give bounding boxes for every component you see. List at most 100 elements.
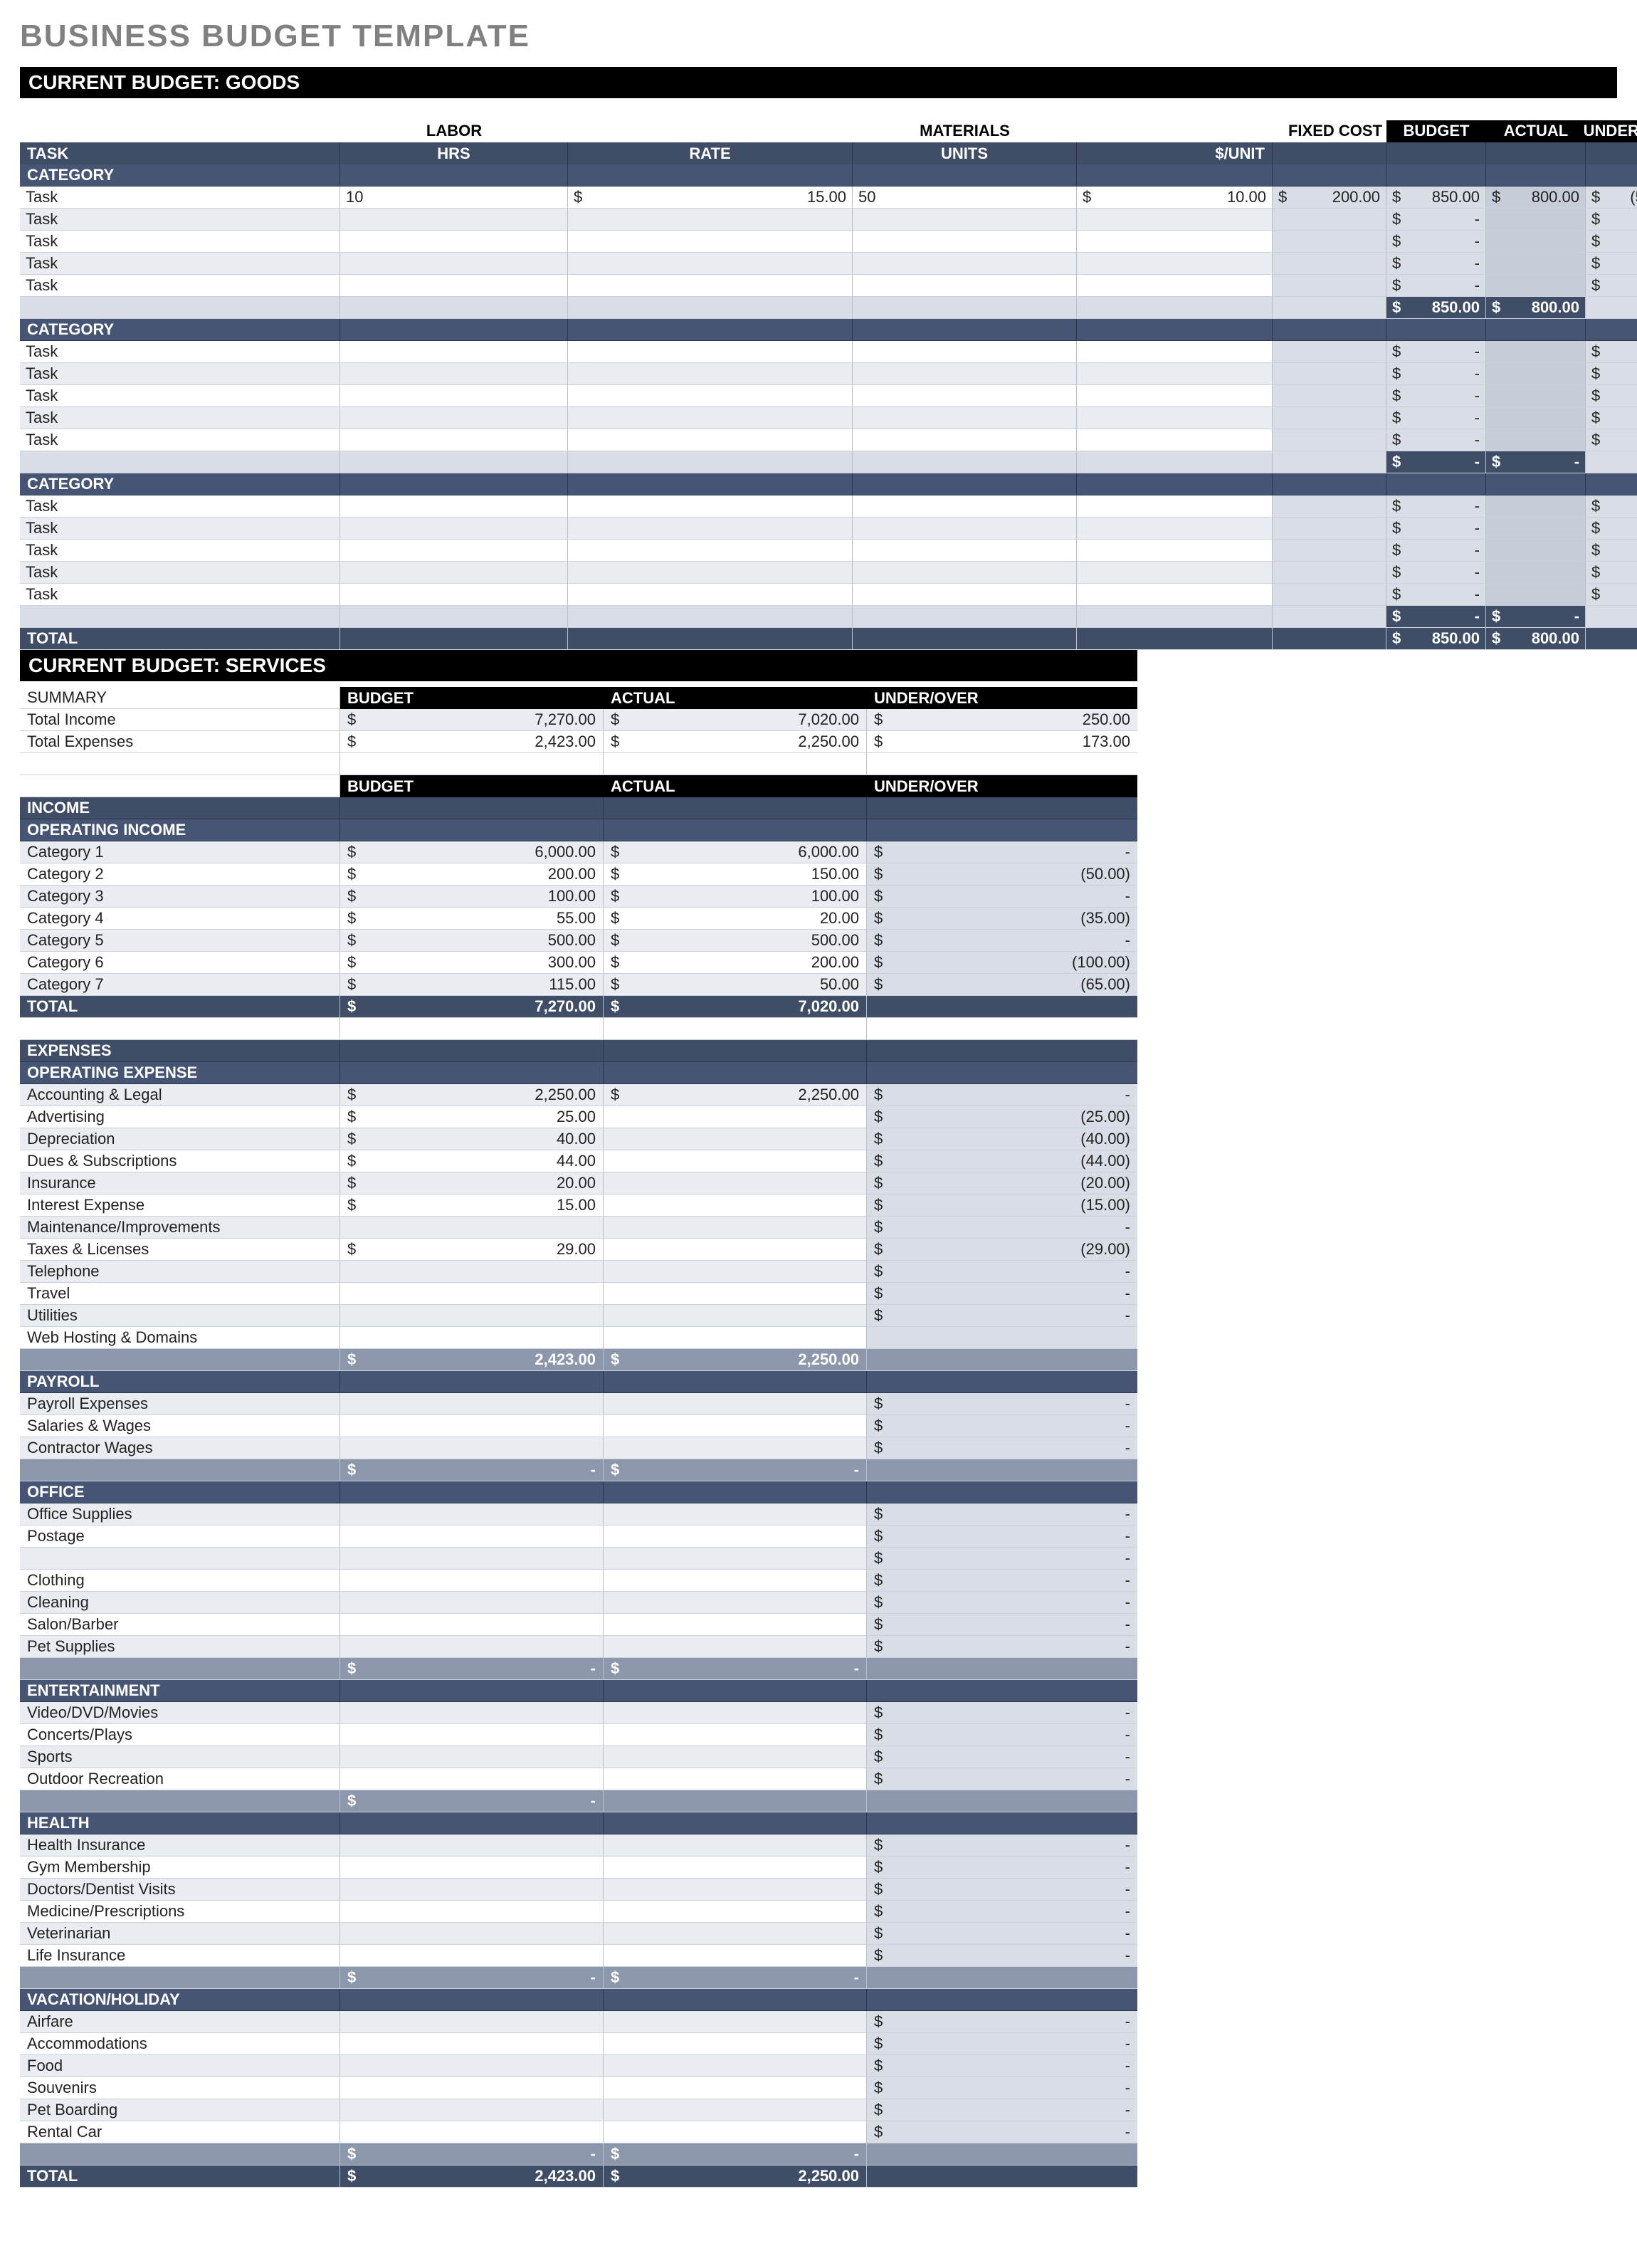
goods-actual[interactable]: [1486, 429, 1586, 451]
goods-hrs[interactable]: [340, 407, 568, 429]
exp-actual[interactable]: [604, 1945, 867, 1967]
goods-units[interactable]: [853, 231, 1077, 253]
goods-rate[interactable]: [568, 363, 853, 385]
goods-fixed[interactable]: [1273, 407, 1386, 429]
exp-budget[interactable]: [340, 1901, 604, 1923]
goods-fixed[interactable]: [1273, 363, 1386, 385]
goods-hrs[interactable]: [340, 540, 568, 562]
exp-budget[interactable]: $2,250.00: [340, 1084, 604, 1106]
goods-task[interactable]: Task: [20, 584, 340, 606]
exp-budget[interactable]: [340, 1945, 604, 1967]
goods-punit[interactable]: [1077, 209, 1273, 231]
goods-rate[interactable]: [568, 562, 853, 584]
exp-actual[interactable]: [604, 1106, 867, 1128]
income-budget[interactable]: $200.00: [340, 863, 604, 886]
goods-task[interactable]: Task: [20, 187, 340, 209]
exp-budget[interactable]: [340, 2011, 604, 2033]
exp-actual[interactable]: [604, 1923, 867, 1945]
goods-actual[interactable]: [1486, 407, 1586, 429]
goods-fixed[interactable]: [1273, 275, 1386, 297]
exp-budget[interactable]: [340, 2033, 604, 2055]
goods-units[interactable]: [853, 562, 1077, 584]
income-actual[interactable]: $100.00: [604, 886, 867, 908]
exp-budget[interactable]: $20.00: [340, 1172, 604, 1195]
goods-task[interactable]: Task: [20, 341, 340, 363]
goods-punit[interactable]: [1077, 341, 1273, 363]
goods-units[interactable]: [853, 540, 1077, 562]
income-actual[interactable]: $150.00: [604, 863, 867, 886]
goods-task[interactable]: Task: [20, 209, 340, 231]
exp-actual[interactable]: [604, 1702, 867, 1724]
goods-punit[interactable]: [1077, 495, 1273, 518]
goods-rate[interactable]: [568, 495, 853, 518]
goods-units[interactable]: [853, 253, 1077, 275]
exp-actual[interactable]: [604, 1327, 867, 1349]
exp-actual[interactable]: [604, 2099, 867, 2121]
goods-fixed[interactable]: [1273, 495, 1386, 518]
goods-rate[interactable]: [568, 231, 853, 253]
goods-hrs[interactable]: [340, 495, 568, 518]
exp-budget[interactable]: [340, 1592, 604, 1614]
goods-hrs[interactable]: [340, 385, 568, 407]
exp-budget[interactable]: $29.00: [340, 1239, 604, 1261]
goods-fixed[interactable]: [1273, 385, 1386, 407]
goods-punit[interactable]: [1077, 518, 1273, 540]
exp-actual[interactable]: [604, 1724, 867, 1746]
exp-budget[interactable]: [340, 2055, 604, 2077]
goods-rate[interactable]: $15.00: [568, 187, 853, 209]
income-budget[interactable]: $100.00: [340, 886, 604, 908]
exp-actual[interactable]: [604, 2121, 867, 2143]
exp-budget[interactable]: [340, 1283, 604, 1305]
goods-punit[interactable]: [1077, 407, 1273, 429]
exp-budget[interactable]: $44.00: [340, 1150, 604, 1172]
exp-actual[interactable]: [604, 1570, 867, 1592]
goods-punit[interactable]: [1077, 275, 1273, 297]
exp-actual[interactable]: [604, 1283, 867, 1305]
goods-task[interactable]: Task: [20, 495, 340, 518]
exp-actual[interactable]: [604, 1195, 867, 1217]
goods-units[interactable]: [853, 363, 1077, 385]
exp-budget[interactable]: $15.00: [340, 1195, 604, 1217]
goods-actual[interactable]: [1486, 275, 1586, 297]
goods-rate[interactable]: [568, 429, 853, 451]
exp-actual[interactable]: [604, 1437, 867, 1459]
goods-rate[interactable]: [568, 518, 853, 540]
income-budget[interactable]: $115.00: [340, 974, 604, 996]
exp-budget[interactable]: [340, 1415, 604, 1437]
goods-task[interactable]: Task: [20, 275, 340, 297]
exp-actual[interactable]: [604, 1128, 867, 1150]
exp-budget[interactable]: [340, 1636, 604, 1658]
goods-actual[interactable]: [1486, 584, 1586, 606]
goods-fixed[interactable]: [1273, 429, 1386, 451]
goods-hrs[interactable]: [340, 253, 568, 275]
goods-hrs[interactable]: [340, 363, 568, 385]
exp-actual[interactable]: [604, 1172, 867, 1195]
goods-punit[interactable]: [1077, 253, 1273, 275]
goods-rate[interactable]: [568, 385, 853, 407]
goods-hrs[interactable]: [340, 341, 568, 363]
exp-actual[interactable]: [604, 1526, 867, 1548]
goods-rate[interactable]: [568, 253, 853, 275]
goods-units[interactable]: 50: [853, 187, 1077, 209]
goods-task[interactable]: Task: [20, 407, 340, 429]
goods-rate[interactable]: [568, 209, 853, 231]
goods-hrs[interactable]: [340, 584, 568, 606]
goods-actual[interactable]: [1486, 540, 1586, 562]
goods-fixed[interactable]: [1273, 341, 1386, 363]
exp-actual[interactable]: [604, 1746, 867, 1768]
exp-budget[interactable]: [340, 1570, 604, 1592]
goods-units[interactable]: [853, 407, 1077, 429]
exp-actual[interactable]: [604, 2011, 867, 2033]
exp-budget[interactable]: [340, 1327, 604, 1349]
exp-budget[interactable]: [340, 1217, 604, 1239]
goods-actual[interactable]: $800.00: [1486, 187, 1586, 209]
goods-punit[interactable]: $10.00: [1077, 187, 1273, 209]
goods-fixed[interactable]: [1273, 540, 1386, 562]
goods-task[interactable]: Task: [20, 253, 340, 275]
exp-budget[interactable]: [340, 2077, 604, 2099]
income-actual[interactable]: $20.00: [604, 908, 867, 930]
exp-budget[interactable]: [340, 1261, 604, 1283]
goods-hrs[interactable]: [340, 429, 568, 451]
goods-task[interactable]: Task: [20, 231, 340, 253]
exp-actual[interactable]: [604, 1305, 867, 1327]
